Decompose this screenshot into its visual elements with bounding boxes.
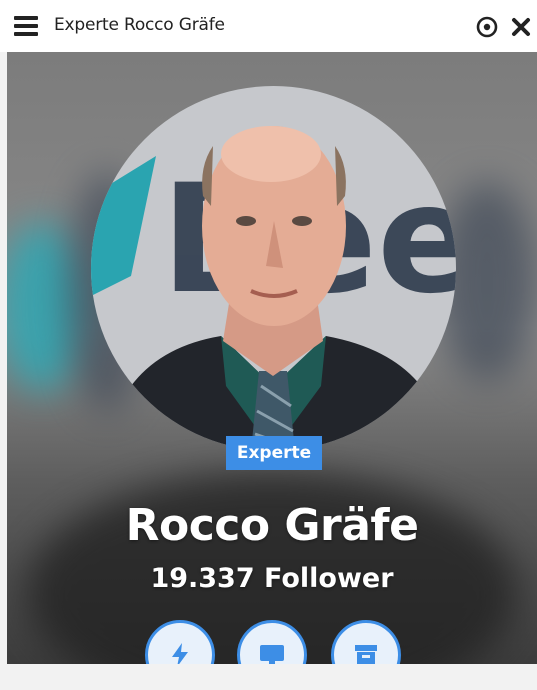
expert-profile-window: Experte Rocco Gräfe BeeG: [0, 0, 537, 690]
monitor-icon: [260, 645, 284, 664]
title-bar: Experte Rocco Gräfe: [0, 0, 537, 52]
profile-hero: BeeG: [7, 52, 537, 664]
expert-badge: Experte: [226, 436, 322, 470]
profile-name: Rocco Gräfe: [125, 500, 419, 551]
hamburger-menu-icon[interactable]: [14, 16, 38, 36]
bottom-strip: [0, 664, 537, 690]
lightning-icon: [172, 643, 188, 664]
target-icon[interactable]: [476, 16, 498, 38]
profile-avatar: BeeG: [91, 86, 456, 451]
window-title: Experte Rocco Gräfe: [54, 15, 225, 35]
archive-icon: [355, 645, 377, 664]
close-icon[interactable]: [510, 16, 532, 38]
follower-count: 19.337 Follower: [150, 563, 394, 594]
